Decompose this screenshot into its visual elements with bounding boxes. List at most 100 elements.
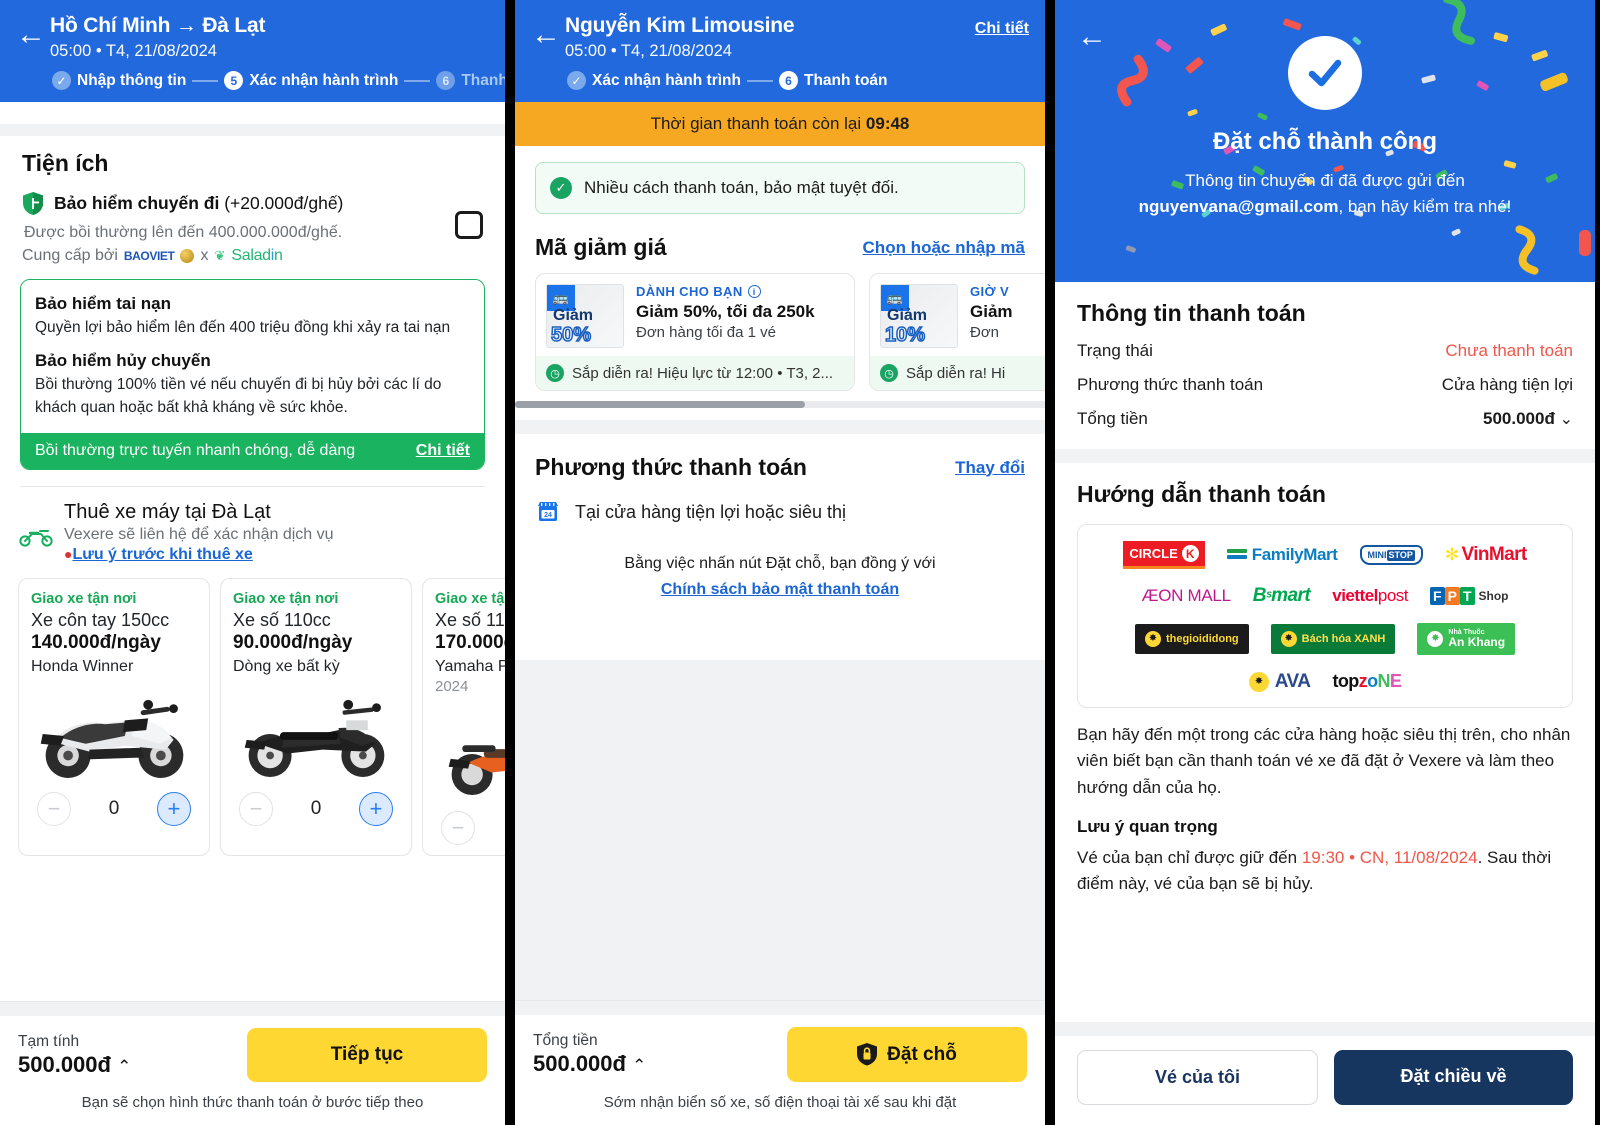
chevron-up-icon[interactable]: ⌃ <box>632 1056 646 1075</box>
trip-datetime: 05:00 • T4, 21/08/2024 <box>565 42 732 60</box>
section-divider-band <box>1055 449 1595 463</box>
payment-guide-paragraph: Bạn hãy đến một trong các cửa hàng hoặc … <box>1077 724 1571 797</box>
change-payment-link[interactable]: Thay đổi <box>955 458 1025 478</box>
bike-card[interactable]: Giao xe tận nơi Xe số 110cc 90.000đ/ngày… <box>220 578 412 857</box>
subtotal-amount[interactable]: 500.000đ ⌃ <box>18 1052 131 1078</box>
ava-logo: ✸ AVA <box>1248 671 1311 693</box>
back-arrow-icon[interactable]: ← <box>16 14 50 50</box>
chevron-down-icon[interactable]: ⌄ <box>1560 411 1573 428</box>
my-tickets-button[interactable]: Vé của tôi <box>1077 1050 1318 1105</box>
total-value: 500.000đ <box>533 1051 626 1076</box>
book-return-button[interactable]: Đặt chiều về <box>1334 1050 1573 1105</box>
insurance-card-footer: Bồi thường trực tuyến nhanh chóng, dễ dà… <box>21 433 484 470</box>
bike-card-list[interactable]: Giao xe tận nơi Xe côn tay 150cc 140.000… <box>0 564 505 857</box>
panel-payment: ← Nguyễn Kim Limousine 05:00 • T4, 21/08… <box>515 0 1045 1125</box>
chevron-up-icon[interactable]: ⌃ <box>117 1057 131 1076</box>
subtotal-block: Tạm tính 500.000đ ⌃ <box>18 1033 131 1078</box>
sun-icon: ✸ <box>1144 630 1161 647</box>
increase-button[interactable]: + <box>358 792 393 827</box>
bike-quantity-stepper[interactable]: − 0 + <box>435 807 505 846</box>
bike-quantity-stepper[interactable]: − 0 + <box>31 788 197 827</box>
payment-info-row-total[interactable]: Tổng tiền 500.000đ ⌄ <box>1077 409 1573 429</box>
bike-price: 140.000đ/ngày <box>31 632 161 654</box>
insurance-detail-link[interactable]: Chi tiết <box>416 442 470 460</box>
payment-method-row[interactable]: 24 Tại cửa hàng tiện lợi hoặc siêu thị <box>515 481 1045 525</box>
ankhang-logo: ✸ Nhà Thuốc An Khang <box>1417 623 1516 655</box>
back-arrow-icon[interactable]: ← <box>1077 20 1107 54</box>
lock-shield-icon <box>857 1043 878 1066</box>
bike-delivery-tag: Giao xe tận nơi <box>31 591 137 608</box>
insurance-title-line: Bảo hiểm chuyến đi (+20.000đ/ghế) <box>54 193 343 214</box>
bsmart-logo: Bˢ mart <box>1252 585 1311 606</box>
choose-voucher-link[interactable]: Chọn hoặc nhập mã <box>863 238 1025 258</box>
step-badge-6: 6 <box>436 71 456 90</box>
step-item-1[interactable]: ✓ Xác nhận hành trình <box>567 71 741 90</box>
back-arrow-icon[interactable]: ← <box>531 14 565 50</box>
step-item-2[interactable]: 5 Xác nhận hành trình <box>224 71 398 90</box>
decrease-button[interactable]: − <box>239 792 273 827</box>
terms-agreement: Bằng việc nhấn nút Đặt chỗ, bạn đồng ý v… <box>515 525 1045 602</box>
continue-button[interactable]: Tiếp tục <box>247 1028 487 1082</box>
row-key: Tổng tiền <box>1077 409 1148 428</box>
step-item-2[interactable]: 6 Thanh toán <box>778 71 888 90</box>
bike-card[interactable]: Giao xe tận n Xe số 115c 170.000đ Yamaha… <box>422 578 505 857</box>
subtotal-value: 500.000đ <box>18 1051 111 1077</box>
footer-band <box>0 1002 505 1016</box>
empty-area <box>515 660 1045 1007</box>
voucher-subtitle: Đơn hàng tối đa 1 vé <box>636 324 776 341</box>
circlek-logo: CIRCLE K <box>1123 541 1205 569</box>
step-divider <box>192 79 219 82</box>
row-value: Cửa hàng tiện lợi <box>1441 375 1573 394</box>
tgdd-text: thegioididong <box>1165 632 1239 645</box>
footer-band <box>1055 1022 1595 1036</box>
detail-link[interactable]: Chi tiết <box>975 14 1029 38</box>
clock-icon: ◷ <box>880 364 898 382</box>
total-label: Tổng tiền <box>533 1032 598 1049</box>
bike-card[interactable]: Giao xe tận nơi Xe côn tay 150cc 140.000… <box>18 578 210 857</box>
bike-brand: Dòng xe bất kỳ <box>233 658 340 676</box>
voucher-card[interactable]: 🚌 Giảm 10% GIỜ V Giảm Đơn ◷ Sắp diễn ra! <box>869 273 1045 391</box>
insurance-footer-text: Bồi thường trực tuyến nhanh chóng, dễ dà… <box>35 442 356 460</box>
panel1-header: ← Hồ Chí Minh → Đà Lạt 05:00 • T4, 21/08… <box>0 0 505 102</box>
step-label: Thanh <box>461 71 505 89</box>
step-label: Thanh toán <box>803 71 888 89</box>
step-indicator: ✓ Nhập thông tin 5 Xác nhận hành trình 6… <box>0 61 505 90</box>
voucher-list[interactable]: 🚌 Giảm 50% DÀNH CHO BẠN i Giảm 50%, tối … <box>515 261 1045 391</box>
security-notice-text: Nhiều cách thanh toán, bảo mật tuyệt đối… <box>584 178 899 197</box>
thegioididong-logo: ✸ thegioididong <box>1134 623 1249 654</box>
voucher-scrollbar-track[interactable] <box>515 401 1045 408</box>
row-key: Phương thức thanh toán <box>1077 375 1264 394</box>
voucher-section-header: Mã giảm giá Chọn hoặc nhập mã <box>515 214 1045 261</box>
panel-success: ← Đặt chỗ thành công Thông tin chuyến đi… <box>1055 0 1595 1125</box>
decrease-button[interactable]: − <box>441 811 475 846</box>
payment-countdown-bar: Thời gian thanh toán còn lại 09:48 <box>515 102 1045 146</box>
bhx-text: Bách hóa XANH <box>1301 632 1386 645</box>
voucher-card[interactable]: 🚌 Giảm 50% DÀNH CHO BẠN i Giảm 50%, tối … <box>535 273 855 391</box>
insurance-checkbox[interactable] <box>455 211 483 239</box>
bike-rental-note-link[interactable]: Lưu ý trước khi thuê xe <box>72 546 252 564</box>
success-message-line2: nguyenvana@gmail.com, bạn hãy kiểm tra n… <box>1055 194 1595 220</box>
bike-quantity-stepper[interactable]: − 0 + <box>233 788 399 827</box>
confirmation-email: nguyenvana@gmail.com <box>1138 197 1339 217</box>
ticket-hold-deadline: 19:30 • CN, 11/08/2024 <box>1301 847 1478 867</box>
step-item-1[interactable]: ✓ Nhập thông tin <box>52 71 186 90</box>
footer-note: Sớm nhận biển số xe, số điện thoại tài x… <box>603 1094 957 1111</box>
total-amount[interactable]: 500.000đ ⌃ <box>533 1051 646 1077</box>
step-item-3[interactable]: 6 Thanh <box>436 71 505 90</box>
step-label: Nhập thông tin <box>77 71 187 89</box>
decrease-button[interactable]: − <box>37 792 71 827</box>
increase-button[interactable]: + <box>156 792 191 827</box>
voucher-subtitle: Đơn <box>970 324 1000 341</box>
voucher-kicker: DÀNH CHO BẠN i <box>636 284 844 299</box>
info-icon[interactable]: i <box>747 285 761 298</box>
success-message-tail: , bạn hãy kiểm tra nhé! <box>1338 197 1512 217</box>
voucher-thumb-line1: Giảm <box>887 307 928 324</box>
payment-method-value: Tại cửa hàng tiện lợi hoặc siêu thị <box>575 501 847 522</box>
privacy-policy-link[interactable]: Chính sách bảo mật thanh toán <box>661 581 899 598</box>
voucher-thumb-line2: 50% <box>550 323 592 347</box>
voucher-scrollbar-thumb[interactable] <box>515 401 805 408</box>
payment-info-title: Thông tin thanh toán <box>1077 300 1306 326</box>
voucher-title: Giảm 50%, tối đa 250k <box>636 302 815 321</box>
spacer <box>0 102 505 124</box>
book-seat-button[interactable]: Đặt chỗ <box>787 1027 1027 1082</box>
